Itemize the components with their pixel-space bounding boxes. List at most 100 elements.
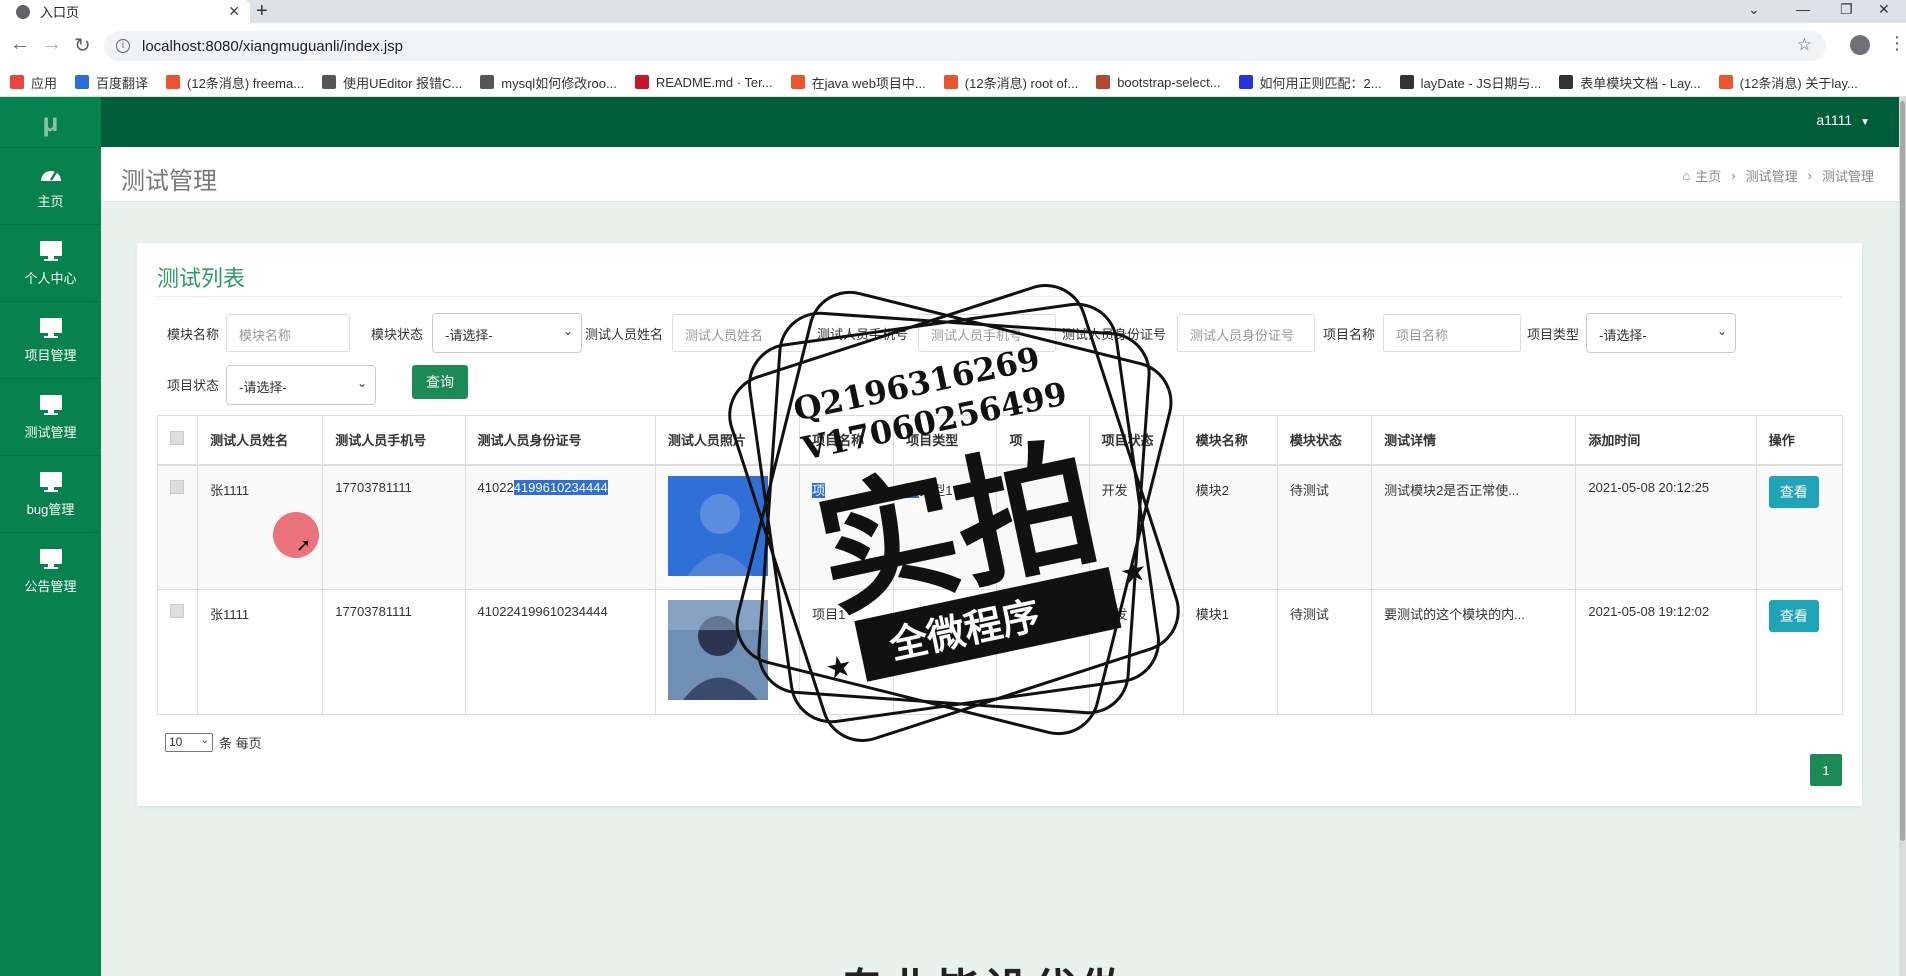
module-status-cell: 待测试 — [1276, 464, 1373, 590]
sidebar: μ 主页 个人中心 项目管理测试管理 bug管理 公告管理 — [0, 97, 101, 976]
tester-id-input[interactable]: 测试人员身份证号 — [1177, 314, 1315, 352]
globe-icon — [16, 4, 30, 19]
reload-icon[interactable]: ↻ — [74, 33, 91, 58]
view-button[interactable]: 查看 — [1768, 600, 1819, 632]
sidebar-item-label: 测试管理 — [24, 424, 77, 440]
favicon-icon — [1559, 75, 1574, 89]
bookmark-item[interactable]: (12条消息) root of... — [943, 73, 1079, 92]
monitor-icon — [39, 548, 62, 569]
module-status-label: 模块状态 — [371, 327, 424, 342]
url-input[interactable]: i localhost:8080/xiangmuguanli/index.jsp… — [104, 31, 1826, 61]
chevron-down-icon: ⌄ — [200, 735, 209, 746]
bookmark-star-icon[interactable]: ☆ — [1797, 35, 1812, 55]
monitor-icon — [39, 471, 62, 492]
page-size-select[interactable]: 10 ⌄ — [165, 733, 213, 752]
forward-icon[interactable]: → — [42, 33, 62, 56]
app-logo[interactable]: μ — [0, 97, 101, 147]
restore-button[interactable]: ❐ — [1840, 1, 1853, 18]
browser-menu-icon[interactable]: ⋮ — [1888, 33, 1906, 54]
scrollbar-thumb[interactable] — [1900, 101, 1905, 841]
sidebar-item[interactable]: 个人中心 — [0, 224, 101, 301]
bookmark-label: 如何用正则匹配：2... — [1259, 75, 1382, 91]
chevron-right-icon: › — [1807, 168, 1812, 183]
browser-tab[interactable]: 入口页 ✕ — [0, 0, 250, 23]
column-header: 添加时间 — [1575, 415, 1757, 466]
bookmark-label: (12条消息) freema... — [187, 75, 305, 91]
bookmark-item[interactable]: 如何用正则匹配：2... — [1238, 73, 1382, 92]
bookmark-item[interactable]: (12条消息) 关于lay... — [1718, 73, 1858, 92]
select-all-checkbox[interactable] — [170, 431, 184, 446]
sidebar-item[interactable]: 项目管理 — [0, 301, 101, 378]
project-name-input[interactable]: 项目名称 — [1383, 314, 1521, 352]
bookmark-label: 在java web项目中... — [811, 75, 926, 91]
bookmark-item[interactable]: bootstrap-select... — [1096, 75, 1221, 90]
bookmark-item[interactable]: mysql如何修改roo... — [480, 73, 617, 92]
watermark-stamp: Q2196316269 V17060256499 实拍 全微程序 ★ ★ — [728, 284, 1180, 742]
module-status-select[interactable]: -请选择- ⌄ — [432, 313, 582, 353]
column-header: 测试人员手机号 — [322, 415, 466, 466]
info-icon[interactable]: i — [116, 39, 130, 53]
minimize-button[interactable]: — — [1796, 1, 1810, 17]
top-navbar: a1111 ▼ — [101, 97, 1906, 147]
apps-bookmark[interactable]: 应用 — [10, 73, 57, 92]
project-type-select[interactable]: -请选择- ⌄ — [1586, 313, 1736, 353]
user-menu[interactable]: a1111 ▼ — [1816, 112, 1870, 128]
bookmark-item[interactable]: (12条消息) freema... — [166, 73, 304, 92]
action-cell: 查看 — [1755, 589, 1844, 715]
bookmarks-bar: 应用 百度翻译 (12条消息) freema... 使用UEditor 报错C... m… — [0, 68, 1906, 97]
sidebar-item[interactable]: 主页 — [0, 147, 101, 224]
page-title: 测试管理 — [121, 168, 217, 195]
tab-title: 入口页 — [40, 5, 80, 20]
query-button[interactable]: 查询 — [412, 365, 468, 399]
id-prefix: 41022 — [477, 479, 514, 495]
chevron-down-icon: ⌄ — [1716, 324, 1727, 338]
caret-down-icon: ▼ — [1860, 117, 1870, 128]
view-button[interactable]: 查看 — [1768, 475, 1819, 508]
bookmark-item[interactable]: 在java web项目中... — [790, 73, 926, 92]
action-cell: 查看 — [1755, 464, 1844, 590]
chevron-right-icon: › — [1731, 168, 1736, 183]
bookmark-item[interactable]: 表单模块文档 - Lay... — [1559, 73, 1701, 92]
bookmark-label: 应用 — [31, 75, 58, 91]
favicon-icon — [166, 75, 181, 89]
sidebar-item[interactable]: bug管理 — [0, 455, 101, 532]
select-all-cell — [156, 415, 199, 466]
favicon-icon — [1718, 75, 1733, 89]
page-size-value: 10 — [169, 735, 183, 749]
sidebar-item[interactable]: 测试管理 — [0, 378, 101, 455]
bookmark-item[interactable]: 百度翻译 — [75, 73, 148, 92]
back-icon[interactable]: ← — [10, 33, 30, 56]
column-header: 操作 — [1755, 415, 1844, 466]
breadcrumb-home[interactable]: 主页 — [1695, 166, 1721, 185]
close-icon[interactable]: ✕ — [228, 3, 240, 20]
bookmark-label: (12条消息) root of... — [964, 75, 1079, 91]
project-status-select[interactable]: -请选择- ⌄ — [226, 365, 376, 405]
row-checkbox[interactable] — [170, 479, 184, 494]
test-detail-cell: 测试模块2是否正常使... — [1371, 464, 1577, 590]
profile-avatar-icon[interactable] — [1850, 35, 1870, 55]
monitor-icon — [39, 317, 62, 338]
page-scrollbar[interactable] — [1899, 97, 1906, 976]
bookmark-item[interactable]: layDate - JS日期与... — [1399, 73, 1541, 92]
tab-search-icon[interactable]: ⌄ — [1748, 1, 1760, 18]
mouse-cursor-icon: ➚ — [296, 535, 312, 555]
pagination-page-1[interactable]: 1 — [1810, 754, 1842, 786]
bookmark-label: mysql如何修改roo... — [501, 75, 617, 91]
monitor-icon — [39, 394, 62, 415]
new-tab-button[interactable]: + — [256, 0, 268, 22]
apps-grid-icon — [10, 75, 24, 89]
breadcrumb-section[interactable]: 测试管理 — [1746, 166, 1798, 185]
sidebar-item[interactable]: 公告管理 — [0, 532, 101, 609]
row-checkbox[interactable] — [170, 604, 184, 618]
module-name-input[interactable]: 模块名称 — [226, 314, 350, 352]
project-status-value: -请选择- — [239, 380, 287, 395]
favicon-icon — [634, 75, 649, 89]
window-close-button[interactable]: ✕ — [1878, 1, 1890, 18]
breadcrumb-current: 测试管理 — [1821, 169, 1874, 184]
bookmark-item[interactable]: 使用UEditor 报错C... — [322, 73, 462, 92]
bookmark-label: 使用UEditor 报错C... — [343, 75, 463, 91]
favicon-icon — [322, 75, 337, 89]
username: a1111 — [1816, 112, 1853, 128]
bookmark-item[interactable]: README.md · Ter... — [634, 75, 773, 90]
column-header: 测试人员姓名 — [197, 415, 324, 466]
